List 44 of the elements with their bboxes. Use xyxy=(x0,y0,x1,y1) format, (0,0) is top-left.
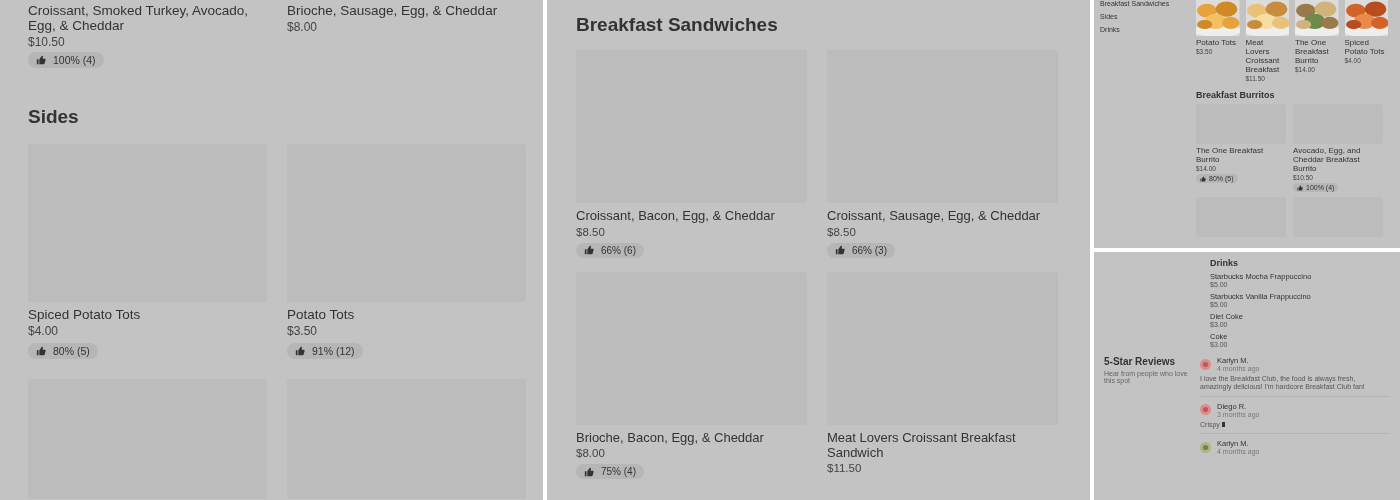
item-price: $8.00 xyxy=(287,19,319,34)
item-price: $8.50 xyxy=(576,225,606,238)
thumbs-up-icon xyxy=(295,346,305,356)
section-heading: Sides xyxy=(28,105,80,128)
rating-badge: 75% (4) xyxy=(576,464,644,479)
rating-badge: 66% (6) xyxy=(576,242,644,258)
item-name[interactable]: Meat Lovers Croissant Breakfast Sandwich xyxy=(827,429,1058,460)
item-name[interactable]: The One Breakfast Burrito xyxy=(1295,38,1339,65)
item-price: $4.00 xyxy=(28,324,60,338)
thumbs-up-icon xyxy=(1297,184,1303,191)
section-heading: 5-Star Reviews xyxy=(1104,356,1177,367)
avatar-icon xyxy=(1200,358,1211,370)
thumbs-up-icon xyxy=(1200,175,1206,182)
thumbs-up-icon xyxy=(36,54,46,65)
thumbs-up-icon xyxy=(584,466,594,477)
item-name[interactable]: Croissant, Sausage, Egg, & Cheddar xyxy=(827,208,1058,223)
item-price: $10.50 xyxy=(28,34,66,49)
item-price: $8.00 xyxy=(576,447,606,459)
thumbs-up-icon xyxy=(584,245,594,255)
item-name[interactable]: Potato Tots xyxy=(1196,38,1240,47)
item-name[interactable]: Spiced Potato Tots xyxy=(28,306,267,322)
item-name[interactable]: Spiced Potato Tots xyxy=(1344,38,1388,56)
avatar-icon xyxy=(1200,404,1211,416)
thumbs-up-icon xyxy=(36,346,46,356)
item-name[interactable]: Potato Tots xyxy=(287,306,526,322)
item-price: $11.50 xyxy=(827,462,863,474)
item-price: $8.50 xyxy=(827,225,857,238)
section-heading: Breakfast Burritos xyxy=(1196,90,1276,100)
thumbs-up-icon xyxy=(835,245,845,255)
item-name[interactable]: Meat Lovers Croissant Breakfast xyxy=(1245,38,1289,74)
avatar-icon xyxy=(1200,441,1211,453)
item-price: $3.50 xyxy=(287,324,319,338)
rating-badge: 91% (12) xyxy=(287,343,363,359)
item-name[interactable]: Avocado, Egg, and Cheddar Breakfast Burrito xyxy=(1293,146,1383,173)
section-heading: Breakfast Sandwiches xyxy=(576,14,779,36)
item-name[interactable]: Croissant, Smoked Turkey, Avocado, Egg, & Cheddar xyxy=(28,3,267,33)
item-name[interactable]: Brioche, Bacon, Egg, & Cheddar xyxy=(576,429,807,445)
rating-badge: 100% (4) xyxy=(28,51,104,68)
item-name[interactable]: The One Breakfast Burrito xyxy=(1196,146,1286,164)
rating-badge: 80% (5) xyxy=(28,343,98,359)
item-name[interactable]: Croissant, Bacon, Egg, & Cheddar xyxy=(576,208,807,223)
rating-badge: 66% (3) xyxy=(827,242,895,258)
section-heading: Drinks xyxy=(1210,258,1239,268)
item-name[interactable]: Brioche, Sausage, Egg, & Cheddar xyxy=(287,3,526,18)
